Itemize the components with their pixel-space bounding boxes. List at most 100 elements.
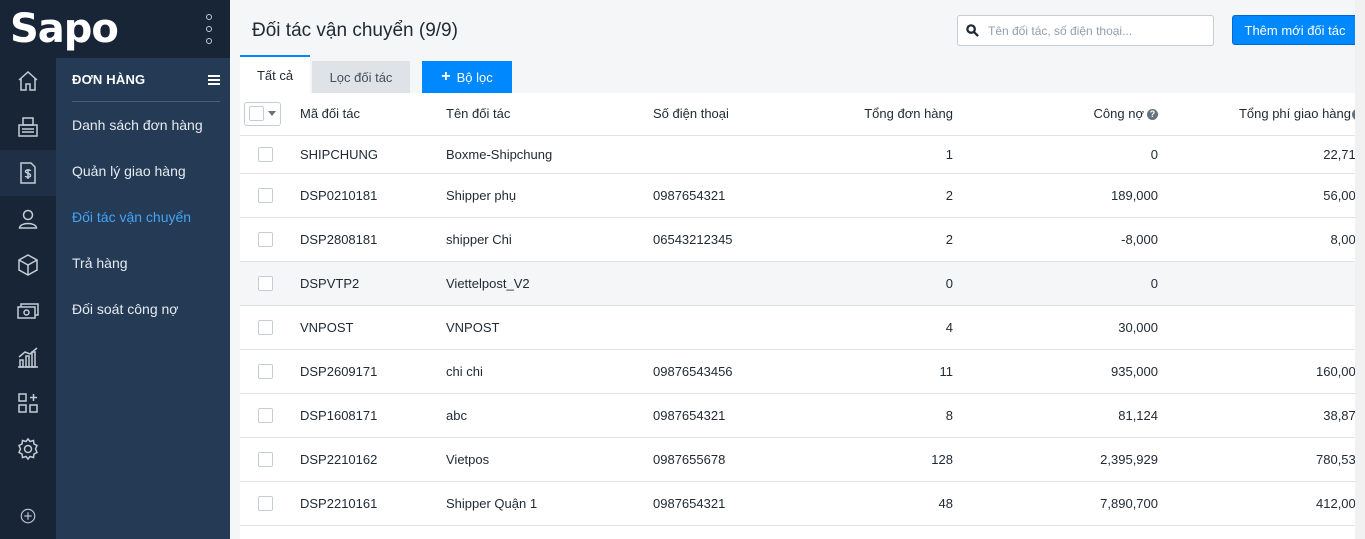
main-content: Đối tác vận chuyển (9/9) Thêm mới đối tá… (230, 0, 1365, 539)
icon-rail (0, 58, 56, 539)
row-checkbox[interactable] (258, 320, 273, 336)
filter-tabs: Tất cả Lọc đối tác + Bộ lọc (240, 55, 512, 93)
submenu-title: ĐƠN HÀNG (72, 72, 146, 87)
col-fee[interactable]: Tổng phí giao hàng? (1158, 93, 1365, 136)
cell-orders: 1 (823, 135, 953, 174)
row-checkbox[interactable] (258, 147, 273, 163)
table-row[interactable]: DSP2210161 Shipper Quận 1 0987654321 48 … (240, 481, 1365, 526)
cell-phone: 0987654321 (653, 481, 823, 526)
table-row[interactable]: DSP2609171 chi chi 09876543456 11 935,00… (240, 349, 1365, 394)
cell-orders: 2 (823, 173, 953, 218)
row-checkbox[interactable] (258, 188, 273, 204)
select-all-cell (240, 93, 290, 136)
filter-button[interactable]: + Bộ lọc (422, 61, 512, 93)
rail-apps[interactable] (0, 380, 56, 426)
row-select-cell (240, 135, 290, 174)
row-checkbox[interactable] (258, 452, 273, 468)
table-row[interactable]: VNPOST VNPOST 4 30,000 0 (240, 305, 1365, 350)
cell-debt: 2,395,929 (953, 437, 1158, 482)
submenu-item-carriers[interactable]: Đối tác vận chuyển (56, 194, 230, 240)
cell-code[interactable]: DSP2210161 (290, 481, 446, 526)
chevron-down-icon (268, 111, 276, 117)
cell-phone (653, 261, 823, 306)
col-phone[interactable]: Số điện thoại (653, 93, 823, 136)
chart-icon (18, 347, 38, 368)
rail-home[interactable] (0, 58, 56, 104)
submenu-item-reconciliation[interactable]: Đối soát công nợ (56, 286, 230, 332)
user-icon (18, 209, 38, 229)
table-row-hovered[interactable]: DSPVTP2 Viettelpost_V2 0 0 0 (240, 261, 1365, 306)
cell-phone: 0987655678 (653, 437, 823, 482)
rail-products[interactable] (0, 242, 56, 288)
cell-code[interactable]: DSP1608171 (290, 393, 446, 438)
sapo-logo[interactable]: Sapo (10, 6, 119, 52)
table-row[interactable]: DSP2808181 shipper Chi 06543212345 2 -8,… (240, 217, 1365, 262)
cell-debt: 189,000 (953, 173, 1158, 218)
col-name[interactable]: Tên đối tác (446, 93, 653, 136)
rail-reports[interactable] (0, 334, 56, 380)
col-code[interactable]: Mã đối tác (290, 93, 446, 136)
search-box[interactable] (957, 15, 1214, 46)
cell-code[interactable]: DSP2210162 (290, 437, 446, 482)
row-checkbox[interactable] (258, 364, 273, 380)
table-row[interactable]: DSP1608171 abc 0987654321 8 81,124 38,87… (240, 393, 1365, 438)
col-orders[interactable]: Tổng đơn hàng (823, 93, 953, 136)
cell-code[interactable]: SHIPCHUNG (290, 135, 446, 174)
hamburger-icon[interactable] (208, 74, 220, 85)
cell-code[interactable]: DSP2609171 (290, 349, 446, 394)
row-select-cell (240, 349, 290, 394)
select-all-checkbox[interactable] (249, 106, 264, 122)
cell-phone (653, 135, 823, 174)
more-options-icon[interactable] (204, 14, 214, 44)
col-debt[interactable]: Công nợ? (953, 93, 1158, 136)
submenu-header: ĐƠN HÀNG (72, 58, 220, 102)
cell-debt: 0 (953, 261, 1158, 306)
partners-table: Mã đối tác Tên đối tác Số điện thoại Tổn… (240, 93, 1365, 526)
rail-settings[interactable] (0, 426, 56, 472)
cell-code[interactable]: DSP0210181 (290, 173, 446, 218)
cell-phone: 09876543456 (653, 349, 823, 394)
row-checkbox[interactable] (258, 408, 273, 424)
col-debt-label: Công nợ (1093, 106, 1144, 122)
table-row[interactable]: SHIPCHUNG Boxme-Shipchung 1 0 22,715 (240, 135, 1365, 174)
rail-pos[interactable] (0, 104, 56, 150)
cell-name: Shipper phụ (446, 173, 653, 218)
row-select-cell (240, 173, 290, 218)
cell-code[interactable]: VNPOST (290, 305, 446, 350)
row-select-cell (240, 393, 290, 438)
table-row[interactable]: DSP2210162 Vietpos 0987655678 128 2,395,… (240, 437, 1365, 482)
plus-circle-icon (20, 508, 36, 524)
cell-name: Vietpos (446, 437, 653, 482)
home-icon (18, 70, 38, 91)
row-checkbox[interactable] (258, 276, 273, 292)
submenu-item-shipping[interactable]: Quản lý giao hàng (56, 148, 230, 194)
cell-code[interactable]: DSP2808181 (290, 217, 446, 262)
search-input[interactable] (988, 23, 1208, 38)
cell-name: Boxme-Shipchung (446, 135, 653, 174)
row-checkbox[interactable] (258, 496, 273, 512)
tab-filter-partners[interactable]: Lọc đối tác (312, 61, 410, 93)
cell-fee: 0 (1158, 305, 1365, 350)
cell-orders: 2 (823, 217, 953, 262)
apps-icon (18, 393, 38, 413)
row-checkbox[interactable] (258, 232, 273, 248)
cell-name: shipper Chi (446, 217, 653, 262)
cell-phone (653, 305, 823, 350)
cash-register-icon (18, 117, 38, 137)
cell-fee: 412,000 (1158, 481, 1365, 526)
cell-code[interactable]: DSPVTP2 (290, 261, 446, 306)
tab-all[interactable]: Tất cả (240, 55, 310, 93)
rail-add[interactable] (0, 507, 56, 525)
rail-orders[interactable] (0, 150, 56, 196)
help-icon[interactable]: ? (1147, 109, 1158, 121)
rail-finance[interactable] (0, 288, 56, 334)
add-partner-button[interactable]: Thêm mới đối tác (1232, 15, 1358, 45)
select-all-dropdown[interactable] (244, 101, 281, 126)
rail-customers[interactable] (0, 196, 56, 242)
vertical-scrollbar[interactable] (1355, 0, 1365, 539)
gear-icon (18, 437, 38, 461)
submenu-item-returns[interactable]: Trả hàng (56, 240, 230, 286)
cell-orders: 4 (823, 305, 953, 350)
submenu-item-order-list[interactable]: Danh sách đơn hàng (56, 102, 230, 148)
table-row[interactable]: DSP0210181 Shipper phụ 0987654321 2 189,… (240, 173, 1365, 218)
